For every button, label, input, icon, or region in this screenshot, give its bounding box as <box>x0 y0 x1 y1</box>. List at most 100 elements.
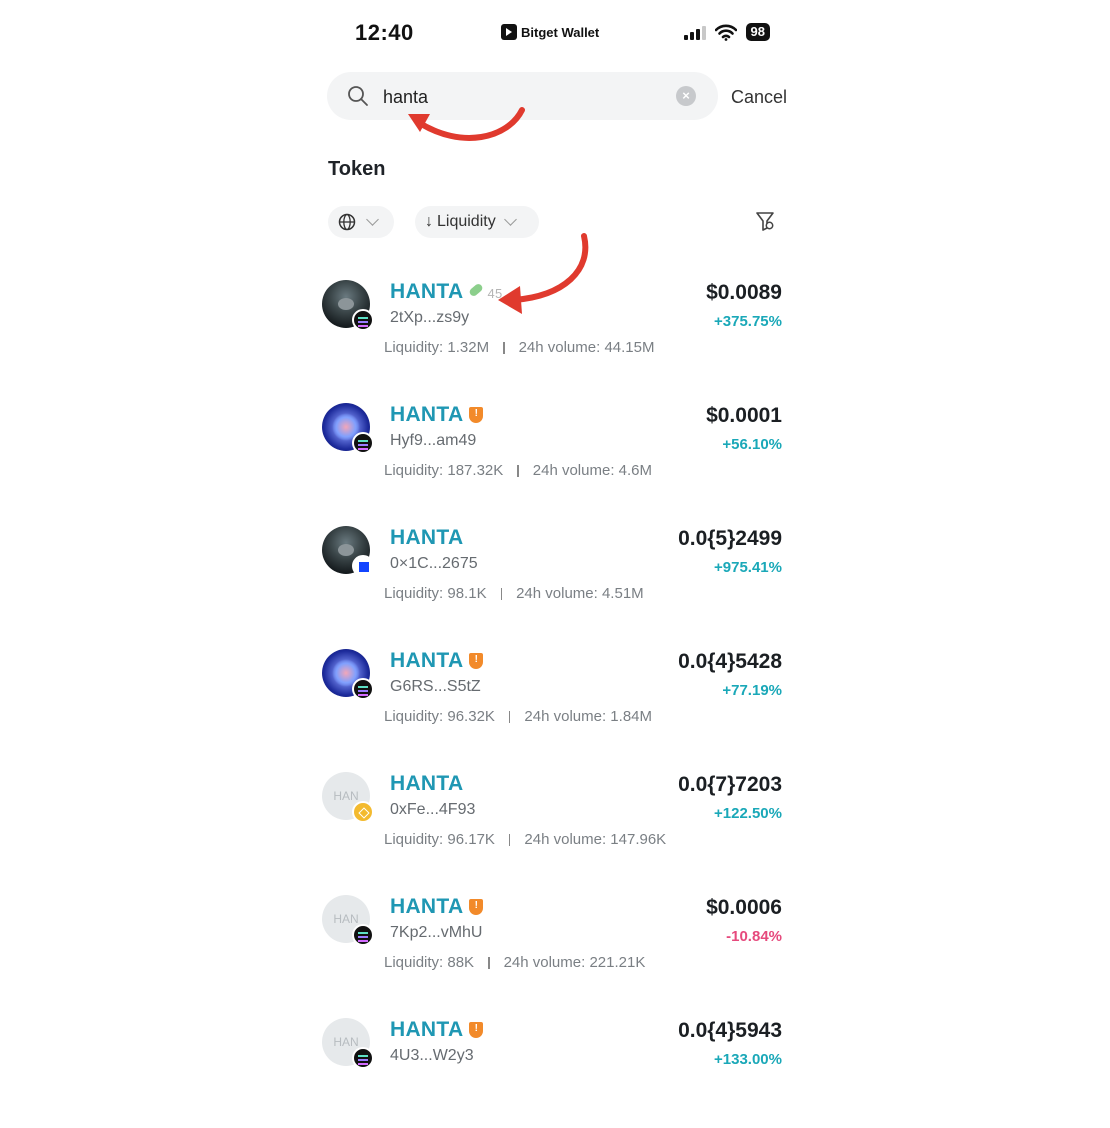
token-name: HANTA <box>390 526 464 549</box>
token-row[interactable]: HAN HANTA! 7Kp2...vMhU Liquidity: 88K 24h vo… <box>322 895 782 1005</box>
token-row[interactable]: HAN HANTA! 4U3...W2y3 0.0{4}5943 +133.00% <box>322 1018 782 1128</box>
token-liquidity: Liquidity: 88K <box>384 954 475 971</box>
token-price: 0.0{7}7203 <box>678 773 782 796</box>
token-address: 2tXp...zs9y <box>390 309 470 326</box>
stats-divider <box>508 834 511 847</box>
token-name-line: HANTA! <box>390 895 484 919</box>
token-change: +122.50% <box>714 805 782 822</box>
token-name: HANTA <box>390 895 464 918</box>
stats-divider <box>500 588 503 601</box>
token-name: HANTA <box>390 1018 464 1041</box>
chain-sol-icon <box>352 924 374 946</box>
token-address: 4U3...W2y3 <box>390 1047 474 1064</box>
clear-search-icon[interactable]: × <box>676 86 696 106</box>
stats-divider <box>488 957 490 970</box>
token-address: G6RS...S5tZ <box>390 678 481 695</box>
token-stats: Liquidity: 98.1K 24h volume: 4.51M <box>384 585 644 602</box>
token-row[interactable]: HAN HANTA 0xFe...4F93 Liquidity: 96.17K 24h … <box>322 772 782 882</box>
chain-sol-icon <box>352 1047 374 1069</box>
token-change: +375.75% <box>714 313 782 330</box>
battery-icon: 98 <box>745 23 770 41</box>
token-volume: 24h volume: 1.84M <box>524 708 652 725</box>
token-price: 0.0{4}5943 <box>678 1019 782 1042</box>
filter-icon[interactable] <box>754 210 776 232</box>
token-stats: Liquidity: 1.32M 24h volume: 44.15M <box>384 339 654 356</box>
search-input[interactable] <box>381 82 675 112</box>
stats-divider <box>503 342 505 355</box>
globe-icon <box>338 213 356 231</box>
token-name-line: HANTA <box>390 526 463 550</box>
token-volume: 24h volume: 44.15M <box>518 339 655 356</box>
token-name: HANTA <box>390 280 464 303</box>
pill-icon <box>468 282 485 299</box>
token-price: 0.0{5}2499 <box>678 527 782 550</box>
token-stats: Liquidity: 96.32K 24h volume: 1.84M <box>384 708 652 725</box>
status-indicators: 98 <box>683 23 770 41</box>
token-name-line: HANTA <box>390 772 463 796</box>
token-name: HANTA <box>390 772 464 795</box>
token-change: -10.84% <box>726 928 782 945</box>
chain-base-icon <box>352 555 374 577</box>
token-price: $0.0006 <box>706 896 782 919</box>
chain-sol-icon <box>352 432 374 454</box>
token-row[interactable]: HANTA! G6RS...S5tZ Liquidity: 96.32K 24h vo… <box>322 649 782 759</box>
token-stats: Liquidity: 96.17K 24h volume: 147.96K <box>384 831 666 848</box>
token-row[interactable]: HANTA! Hyf9...am49 Liquidity: 187.32K 24h v… <box>322 403 782 513</box>
search-icon <box>348 86 368 106</box>
sort-arrow-icon: ↓ <box>425 213 433 230</box>
status-bar: 12:40 Bitget Wallet 98 <box>355 20 770 48</box>
token-liquidity: Liquidity: 1.32M <box>384 339 490 356</box>
chevron-down-icon <box>503 213 517 226</box>
token-liquidity: Liquidity: 187.32K <box>384 462 504 479</box>
network-filter-button[interactable] <box>328 206 394 238</box>
token-liquidity: Liquidity: 98.1K <box>384 585 487 602</box>
token-liquidity: Liquidity: 96.17K <box>384 831 495 848</box>
token-name: HANTA <box>390 403 464 426</box>
bitget-logo-icon <box>501 24 517 40</box>
avatar-placeholder-text: HAN <box>333 1035 359 1049</box>
sort-label: Liquidity <box>437 213 496 230</box>
token-change: +975.41% <box>714 559 782 576</box>
chain-sol-icon <box>352 309 374 331</box>
token-name-line: HANTA 45 <box>390 280 503 304</box>
cellular-signal-icon <box>683 24 706 40</box>
token-address: 7Kp2...vMhU <box>390 924 483 941</box>
status-time: 12:40 <box>355 20 414 45</box>
token-address: 0×1C...2675 <box>390 555 478 572</box>
token-volume: 24h volume: 221.21K <box>503 954 646 971</box>
token-volume: 24h volume: 147.96K <box>524 831 667 848</box>
warning-shield-icon: ! <box>469 899 484 916</box>
token-price: $0.0089 <box>706 281 782 304</box>
avatar-placeholder-text: HAN <box>333 912 359 926</box>
stats-divider <box>508 711 511 724</box>
search-bar[interactable]: × <box>327 72 718 120</box>
chevron-down-icon <box>366 213 379 226</box>
token-stats: Liquidity: 187.32K 24h volume: 4.6M <box>384 462 652 479</box>
token-liquidity: Liquidity: 96.32K <box>384 708 495 725</box>
wifi-icon <box>714 24 737 41</box>
token-extra: 45 <box>487 286 503 301</box>
token-address: Hyf9...am49 <box>390 432 477 449</box>
token-name-line: HANTA! <box>390 403 484 427</box>
avatar-placeholder-text: HAN <box>333 789 359 803</box>
warning-shield-icon: ! <box>469 1022 484 1039</box>
sort-liquidity-button[interactable]: ↓ Liquidity <box>415 206 539 238</box>
token-volume: 24h volume: 4.51M <box>516 585 644 602</box>
token-change: +77.19% <box>722 682 782 699</box>
stats-divider <box>517 465 519 478</box>
section-title: Token <box>328 158 386 180</box>
token-change: +133.00% <box>714 1051 782 1068</box>
token-row[interactable]: HANTA 45 2tXp...zs9y Liquidity: 1.32M 24h vo… <box>322 280 782 390</box>
token-address: 0xFe...4F93 <box>390 801 476 818</box>
warning-shield-icon: ! <box>469 653 484 670</box>
token-change: +56.10% <box>722 436 782 453</box>
carrier-label: Bitget Wallet <box>501 24 599 40</box>
token-stats: Liquidity: 88K 24h volume: 221.21K <box>384 954 645 971</box>
token-name-line: HANTA! <box>390 649 484 673</box>
cancel-button[interactable]: Cancel <box>731 87 787 108</box>
token-row[interactable]: HANTA 0×1C...2675 Liquidity: 98.1K 24h volu… <box>322 526 782 636</box>
token-name: HANTA <box>390 649 464 672</box>
token-price: 0.0{4}5428 <box>678 650 782 673</box>
token-price: $0.0001 <box>706 404 782 427</box>
chain-bnb-icon <box>352 801 374 823</box>
